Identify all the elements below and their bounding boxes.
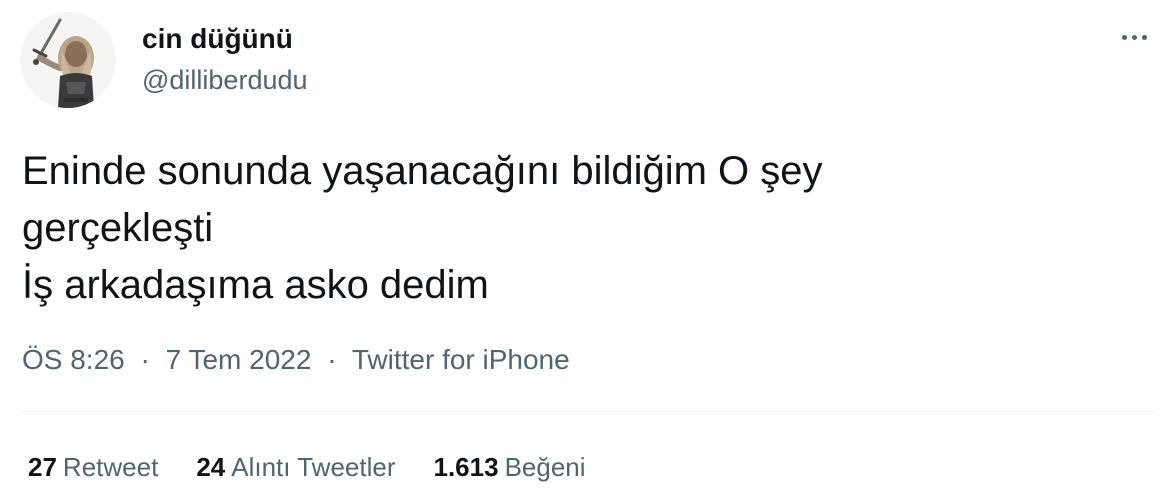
tweet-text-line: İş arkadaşıma asko dedim [22, 263, 489, 307]
retweets-label: Retweet [62, 452, 159, 482]
author-display-name[interactable]: cin düğünü [142, 22, 293, 56]
divider [22, 411, 1154, 412]
meta-separator: · [327, 344, 337, 375]
tweet-text: Eninde sonunda yaşanacağını bildiğim O ş… [22, 143, 1152, 314]
avatar[interactable] [20, 12, 116, 108]
tweet-meta: ÖS 8:26 · 7 Tem 2022 · Twitter for iPhon… [22, 342, 570, 378]
author-handle[interactable]: @dilliberdudu [142, 63, 308, 97]
likes-stat[interactable]: 1.613 Beğeni [434, 450, 586, 484]
tweet-text-line: Eninde sonunda yaşanacağını bildiğim O ş… [22, 149, 823, 193]
tweet-text-line: gerçekleşti [22, 206, 214, 250]
meta-separator: · [140, 344, 150, 375]
retweets-stat[interactable]: 27 Retweet [28, 450, 158, 484]
likes-count: 1.613 [433, 452, 499, 482]
retweets-count: 27 [28, 452, 57, 482]
tweet-card: cin düğünü @dilliberdudu Eninde sonunda … [0, 0, 1176, 504]
tweet-source[interactable]: Twitter for iPhone [352, 344, 570, 375]
warrior-avatar-icon [32, 18, 94, 108]
likes-label: Beğeni [504, 452, 586, 482]
more-dots-icon[interactable] [1112, 22, 1156, 52]
quotes-stat[interactable]: 24 Alıntı Tweetler [196, 450, 395, 484]
tweet-time[interactable]: ÖS 8:26 [22, 344, 125, 375]
quotes-label: Alıntı Tweetler [231, 452, 396, 482]
tweet-date[interactable]: 7 Tem 2022 [166, 344, 312, 375]
quotes-count: 24 [196, 452, 226, 482]
engagement-stats: 27 Retweet 24 Alıntı Tweetler 1.613 Beğeni [28, 450, 586, 484]
